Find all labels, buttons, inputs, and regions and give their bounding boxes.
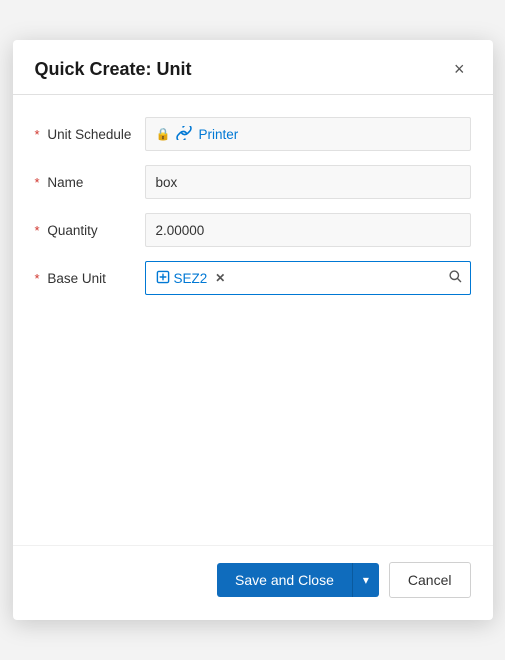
required-star-base-unit: * [35,271,40,286]
quantity-label: * Quantity [35,223,145,238]
required-star-name: * [35,175,40,190]
unit-schedule-value[interactable]: Printer [198,127,238,142]
quantity-input[interactable] [145,213,471,247]
base-unit-search-button[interactable] [446,267,464,289]
base-unit-remove-button[interactable]: ✕ [215,271,225,285]
quantity-row: * Quantity [35,213,471,247]
base-unit-tag: SEZ2 ✕ [156,270,226,287]
base-unit-label: * Base Unit [35,271,145,286]
unit-schedule-row: * Unit Schedule 🔒 Printer [35,117,471,151]
close-button[interactable]: × [448,58,471,80]
lock-icon: 🔒 [156,127,171,141]
name-input[interactable] [145,165,471,199]
unit-schedule-link-icon [176,126,192,143]
dialog-header: Quick Create: Unit × [13,40,493,95]
unit-schedule-field[interactable]: 🔒 Printer [145,117,471,151]
name-row: * Name [35,165,471,199]
required-star-quantity: * [35,223,40,238]
required-star: * [35,127,40,142]
save-and-close-button[interactable]: Save and Close [217,563,353,597]
dialog-body: * Unit Schedule 🔒 Printer * Name [13,95,493,545]
name-label: * Name [35,175,145,190]
base-unit-value: SEZ2 [174,271,208,286]
chevron-down-icon: ▾ [363,573,369,587]
base-unit-icon [156,270,170,287]
dialog-footer: Save and Close ▾ Cancel [13,545,493,620]
quick-create-dialog: Quick Create: Unit × * Unit Schedule 🔒 P… [13,40,493,620]
base-unit-field[interactable]: SEZ2 ✕ [145,261,471,295]
cancel-button[interactable]: Cancel [389,562,471,598]
dialog-title: Quick Create: Unit [35,59,192,80]
save-dropdown-button[interactable]: ▾ [353,563,379,597]
base-unit-row: * Base Unit SEZ2 ✕ [35,261,471,295]
save-close-group: Save and Close ▾ [217,563,379,597]
unit-schedule-label: * Unit Schedule [35,127,145,142]
